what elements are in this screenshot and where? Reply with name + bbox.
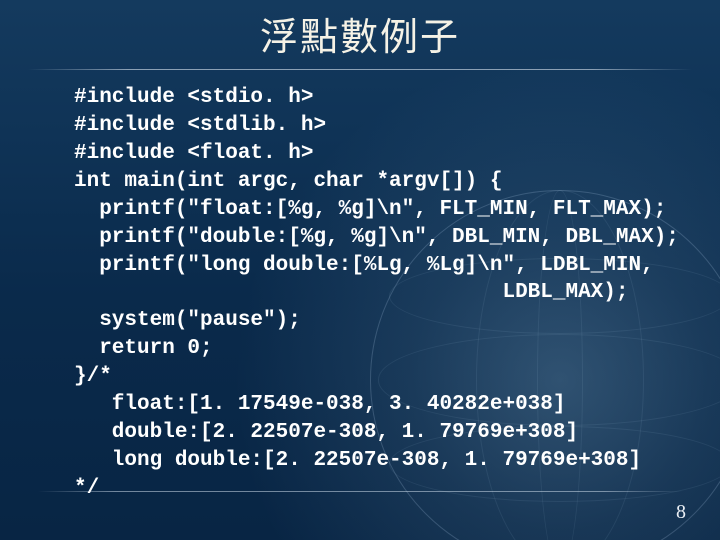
- slide-title: 浮點數例子: [0, 0, 720, 69]
- code-block: #include <stdio. h> #include <stdlib. h>…: [0, 74, 720, 503]
- slide: 浮點數例子 #include <stdio. h> #include <stdl…: [0, 0, 720, 540]
- page-number: 8: [676, 501, 686, 524]
- title-divider: [28, 69, 692, 70]
